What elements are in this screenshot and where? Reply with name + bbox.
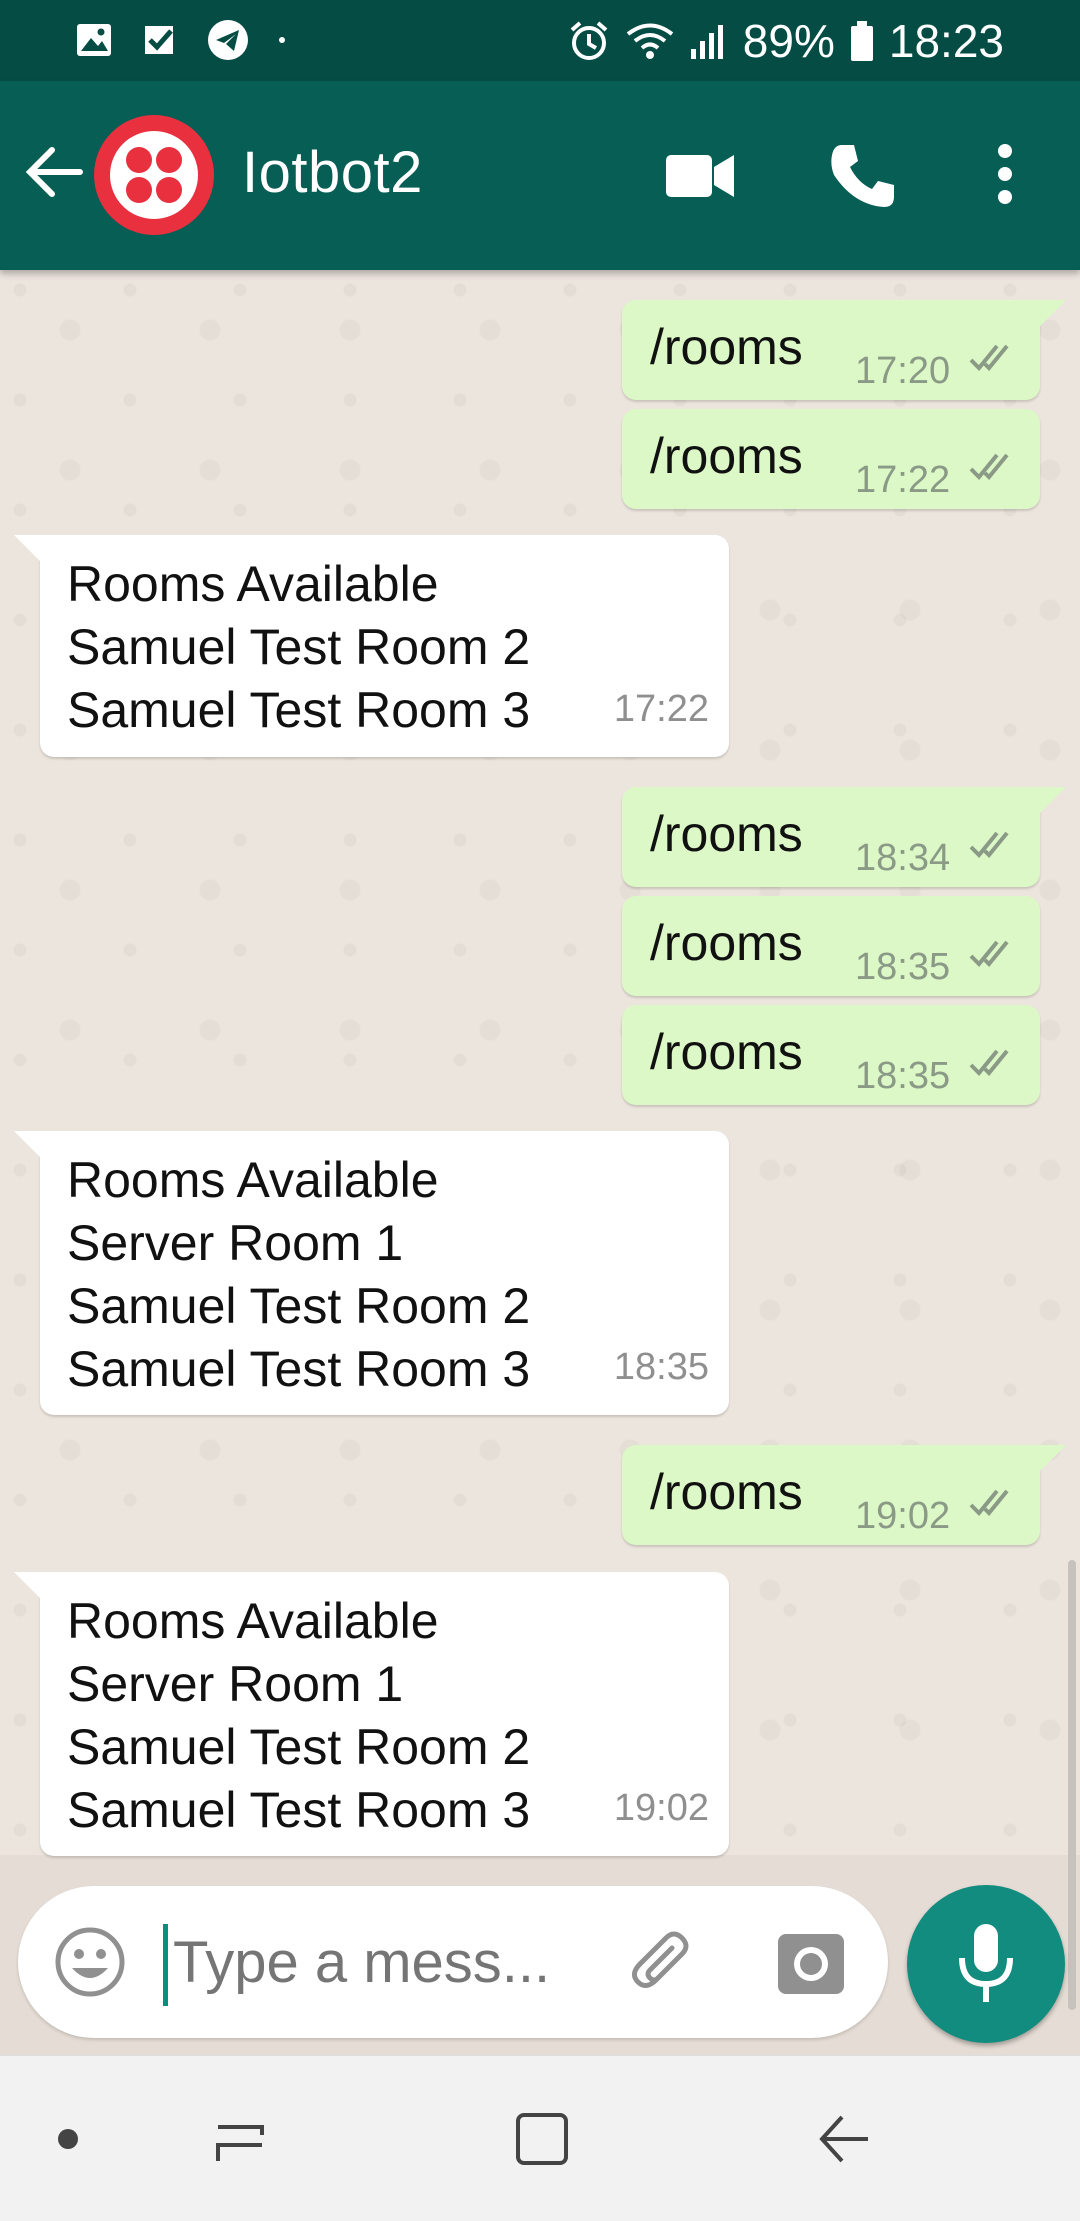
message-line: Server Room 1	[67, 1656, 404, 1712]
camera-icon[interactable]	[776, 1930, 846, 1996]
battery-percent: 89%	[742, 15, 835, 67]
status-right: 89% 18:23	[567, 14, 1004, 68]
message-line: Server Room 1	[67, 1215, 404, 1271]
message-line: Samuel Test Room 3	[67, 1341, 531, 1397]
message-incoming[interactable]: Rooms Available Server Room 1 Samuel Tes…	[14, 1131, 729, 1415]
message-outgoing[interactable]: /rooms 18:35	[622, 1005, 1040, 1105]
message-line: Rooms Available	[67, 1152, 439, 1208]
message-line: Rooms Available	[67, 556, 439, 612]
message-outgoing[interactable]: /rooms 18:35	[622, 896, 1040, 996]
read-ticks-icon	[969, 1489, 1009, 1516]
message-line: Rooms Available	[67, 1593, 439, 1649]
home-icon	[516, 2112, 568, 2165]
battery-icon	[850, 21, 873, 61]
image-icon	[77, 24, 111, 56]
notification-icons	[74, 18, 288, 62]
phone-icon[interactable]	[828, 141, 898, 211]
avatar[interactable]	[94, 115, 214, 235]
message-line: Samuel Test Room 3	[67, 682, 531, 738]
text-caret	[163, 1924, 168, 2006]
recents-button[interactable]	[190, 2056, 290, 2221]
signal-icon	[690, 25, 723, 59]
read-ticks-icon	[969, 940, 1009, 967]
message-incoming[interactable]: Rooms Available Server Room 1 Samuel Tes…	[14, 1572, 729, 1856]
read-ticks-icon	[969, 1049, 1009, 1076]
telegram-icon	[208, 20, 248, 60]
more-vert-icon[interactable]	[990, 143, 1020, 205]
read-ticks-icon	[969, 831, 1009, 858]
wifi-icon	[626, 23, 674, 59]
message-outgoing[interactable]: /rooms 17:22	[622, 409, 1040, 509]
message-line: Samuel Test Room 2	[67, 1719, 531, 1775]
home-button[interactable]	[492, 2056, 592, 2221]
back-button[interactable]	[794, 2056, 894, 2221]
dot-icon	[279, 37, 285, 43]
message-composer[interactable]	[18, 1886, 888, 2038]
status-bar: 89% 18:23	[0, 0, 1080, 81]
message-outgoing[interactable]: /rooms 17:20	[622, 300, 1066, 400]
clock: 18:23	[888, 15, 1004, 67]
message-input[interactable]	[173, 1926, 593, 1998]
chat-area[interactable]: /rooms 17:20 /rooms 17:22 Rooms Availabl…	[0, 270, 1080, 1856]
back-nav-icon	[819, 2115, 868, 2162]
emoji-icon[interactable]	[54, 1926, 126, 1998]
check-app-icon	[145, 26, 173, 54]
nav-dot[interactable]	[28, 2056, 108, 2221]
message-line: Samuel Test Room 2	[67, 1278, 531, 1334]
message-line: Samuel Test Room 3	[67, 1782, 531, 1838]
back-arrow-icon[interactable]	[22, 139, 88, 205]
mic-button[interactable]	[907, 1885, 1065, 2043]
message-outgoing[interactable]: /rooms 19:02	[622, 1445, 1066, 1545]
recents-icon	[216, 2124, 264, 2161]
scrollbar[interactable]	[1068, 1560, 1076, 2010]
alarm-icon	[570, 21, 608, 60]
attach-icon[interactable]	[624, 1926, 700, 2002]
message-incoming[interactable]: Rooms Available Samuel Test Room 2 Samue…	[14, 535, 729, 757]
video-call-icon[interactable]	[664, 151, 736, 201]
read-ticks-icon	[969, 453, 1009, 480]
mic-icon	[959, 1924, 1013, 2002]
system-nav-bar	[0, 2055, 1080, 2221]
dot-icon	[58, 2128, 78, 2149]
contact-name[interactable]: Iotbot2	[242, 139, 423, 206]
message-line: Samuel Test Room 2	[67, 619, 531, 675]
read-ticks-icon	[969, 344, 1009, 371]
chat-header: Iotbot2	[0, 81, 1080, 270]
message-outgoing[interactable]: /rooms 18:34	[622, 787, 1066, 887]
